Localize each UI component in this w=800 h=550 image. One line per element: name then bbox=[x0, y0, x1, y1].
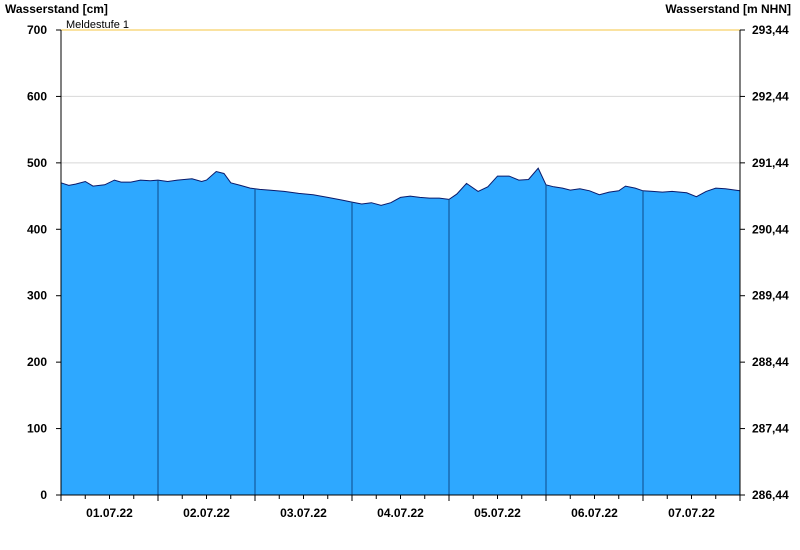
y-tick-label-right-3: 289,44 bbox=[752, 289, 789, 303]
y-tick-label-right-7: 293,44 bbox=[752, 23, 789, 37]
right-axis-label: Wasserstand [m NHN] bbox=[665, 2, 791, 16]
y-tick-label-left-500: 500 bbox=[27, 156, 47, 170]
y-tick-label-left-700: 700 bbox=[27, 23, 47, 37]
x-tick-label-0: 01.07.22 bbox=[86, 506, 133, 520]
y-tick-label-left-200: 200 bbox=[27, 355, 47, 369]
threshold-label: Meldestufe 1 bbox=[66, 19, 129, 31]
y-tick-label-left-0: 0 bbox=[40, 488, 47, 502]
y-tick-label-right-2: 288,44 bbox=[752, 355, 789, 369]
x-tick-label-6: 07.07.22 bbox=[668, 506, 715, 520]
left-axis-label: Wasserstand [cm] bbox=[5, 2, 108, 16]
x-ticks: 01.07.22 02.07.22 03.07.22 04.07.22 05.07.22… bbox=[60, 495, 741, 520]
x-tick-label-4: 05.07.22 bbox=[474, 506, 521, 520]
y-ticks-left: 0 100 200 300 400 500 600 700 bbox=[27, 23, 61, 502]
x-tick-label-1: 02.07.22 bbox=[183, 506, 230, 520]
y-ticks-right: 286,44 287,44 288,44 289,44 290,44 291,44 292,… bbox=[740, 23, 789, 502]
y-tick-label-right-4: 290,44 bbox=[752, 222, 789, 236]
y-tick-label-right-0: 286,44 bbox=[752, 488, 789, 502]
x-tick-label-3: 04.07.22 bbox=[377, 506, 424, 520]
water-level-area bbox=[61, 168, 740, 495]
y-tick-label-right-1: 287,44 bbox=[752, 422, 789, 436]
y-tick-label-left-400: 400 bbox=[27, 222, 47, 236]
y-tick-label-left-300: 300 bbox=[27, 289, 47, 303]
y-tick-label-right-6: 292,44 bbox=[752, 89, 789, 103]
x-tick-label-5: 06.07.22 bbox=[571, 506, 618, 520]
y-tick-label-left-600: 600 bbox=[27, 89, 47, 103]
y-tick-label-left-100: 100 bbox=[27, 422, 47, 436]
water-level-chart: Wasserstand [cm] Wasserstand [m NHN] Mel… bbox=[5, 2, 791, 520]
x-tick-label-2: 03.07.22 bbox=[280, 506, 327, 520]
y-tick-label-right-5: 291,44 bbox=[752, 156, 789, 170]
